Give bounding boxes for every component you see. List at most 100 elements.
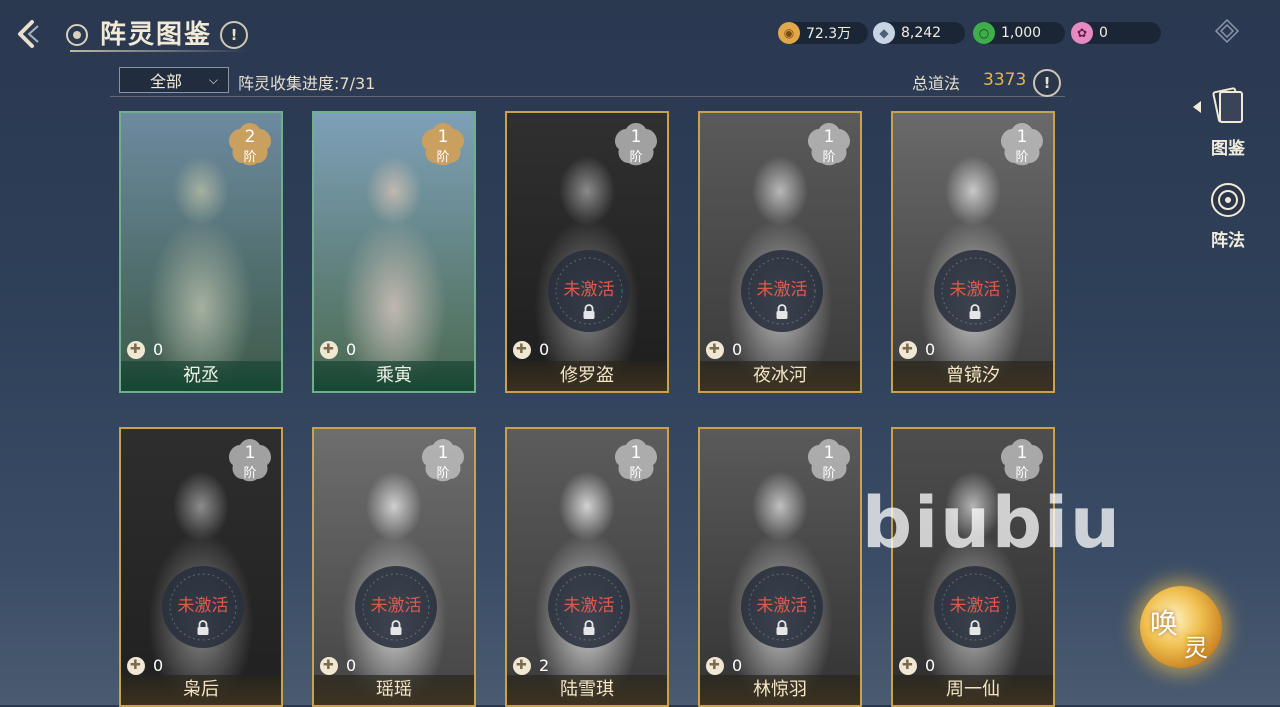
- category-selected: 全部: [150, 72, 183, 91]
- locked-overlay: 未激活: [162, 566, 244, 648]
- character-card[interactable]: 1 阶 未激活 0 夜冰河: [698, 111, 862, 393]
- rank-number: 1: [1016, 443, 1028, 463]
- lock-icon: [969, 620, 981, 635]
- character-card[interactable]: 1 阶 未激活 2 陆雪琪: [505, 427, 669, 707]
- character-name: 枭后: [121, 675, 281, 705]
- category-dropdown[interactable]: 全部 ⌵: [119, 67, 229, 93]
- resource-silver[interactable]: ◆ 8,242: [873, 22, 965, 44]
- back-arrow-icon: [18, 20, 39, 48]
- fragment-icon: [513, 340, 531, 359]
- fragment-value: 0: [732, 656, 743, 675]
- character-card[interactable]: 1 阶 未激活 0 修罗盗: [505, 111, 669, 393]
- fragment-count: 0: [899, 656, 935, 675]
- rank-badge: 1 阶: [420, 121, 466, 167]
- fragment-count: 0: [706, 340, 742, 359]
- character-name: 祝丞: [121, 361, 281, 391]
- locked-overlay: 未激活: [741, 566, 823, 648]
- total-dao-label: 总道法: [912, 74, 961, 93]
- lock-icon: [583, 304, 595, 319]
- lock-icon: [969, 304, 981, 319]
- resource-jade[interactable]: ○ 1,000: [973, 22, 1065, 44]
- character-card[interactable]: 1 阶 未激活 0 瑶瑶: [312, 427, 476, 707]
- progress-value: 7/31: [339, 74, 376, 93]
- locked-overlay: 未激活: [934, 566, 1016, 648]
- character-name: 瑶瑶: [314, 675, 474, 705]
- fragment-value: 0: [346, 656, 357, 675]
- locked-overlay: 未激活: [548, 250, 630, 332]
- rank-badge: 1 阶: [613, 121, 659, 167]
- title-underline: [70, 50, 250, 52]
- lock-icon: [776, 304, 788, 319]
- locked-label: 未激活: [756, 596, 808, 616]
- summon-button[interactable]: 唤 灵: [1140, 586, 1222, 668]
- silver-ingot-icon: ◆: [873, 22, 895, 44]
- character-card[interactable]: 1 阶 未激活 0 枭后: [119, 427, 283, 707]
- lock-icon: [583, 620, 595, 635]
- lock-icon: [776, 620, 788, 635]
- rank-number: 1: [437, 443, 449, 463]
- fragment-icon: [320, 340, 338, 359]
- resource-jade-value: 1,000: [1001, 25, 1042, 41]
- rank-unit: 阶: [822, 466, 836, 481]
- rank-number: 1: [1016, 127, 1028, 147]
- locked-overlay: 未激活: [741, 250, 823, 332]
- fragment-value: 0: [539, 340, 550, 359]
- fragment-value: 0: [925, 656, 936, 675]
- character-card[interactable]: 2 阶 0 祝丞: [119, 111, 283, 393]
- total-dao-value: 3373: [983, 70, 1027, 90]
- nav-item-formation[interactable]: 阵法: [1198, 180, 1258, 251]
- fragment-icon: [899, 340, 917, 359]
- nav-label-formation: 阵法: [1211, 231, 1245, 251]
- summon-char-1: 唤: [1150, 607, 1179, 640]
- character-name: 林惊羽: [700, 675, 860, 705]
- fragment-icon: [706, 656, 724, 675]
- locked-label: 未激活: [949, 280, 1001, 300]
- character-card[interactable]: 1 阶 未激活 0 周一仙: [891, 427, 1055, 707]
- divider: [110, 96, 1065, 97]
- nav-label-codex: 图鉴: [1211, 139, 1245, 159]
- fragment-icon: [899, 656, 917, 675]
- resource-gem[interactable]: ✿ 0: [1071, 22, 1161, 44]
- fragment-icon: [127, 656, 145, 675]
- rank-badge: 2 阶: [227, 121, 273, 167]
- total-help-button[interactable]: !: [1033, 69, 1061, 97]
- character-name: 修罗盗: [507, 361, 667, 391]
- help-button[interactable]: !: [220, 21, 248, 49]
- fragment-value: 0: [732, 340, 743, 359]
- chevron-down-icon: ⌵: [208, 72, 218, 87]
- resource-gold-value: 72.3万: [806, 26, 852, 42]
- resource-silver-value: 8,242: [901, 25, 942, 41]
- locked-label: 未激活: [563, 280, 615, 300]
- character-name: 陆雪琪: [507, 675, 667, 705]
- formation-icon: [1211, 183, 1245, 217]
- rank-badge: 1 阶: [420, 437, 466, 483]
- fragment-count: 0: [320, 340, 356, 359]
- rank-unit: 阶: [629, 466, 643, 481]
- fragment-icon: [320, 656, 338, 675]
- fragment-value: 0: [153, 340, 164, 359]
- back-button[interactable]: [12, 16, 44, 52]
- rank-unit: 阶: [822, 150, 836, 165]
- character-card[interactable]: 1 阶 0 乘寅: [312, 111, 476, 393]
- rank-badge: 1 阶: [806, 121, 852, 167]
- fragment-value: 2: [539, 656, 550, 675]
- resource-gold[interactable]: ◉ 72.3万: [778, 22, 868, 44]
- character-card[interactable]: 1 阶 未激活 0 曾镜汐: [891, 111, 1055, 393]
- cloud-ornament-icon: [62, 20, 92, 50]
- character-name: 夜冰河: [700, 361, 860, 391]
- fragment-count: 0: [899, 340, 935, 359]
- fragment-count: 0: [127, 340, 163, 359]
- locked-overlay: 未激活: [548, 566, 630, 648]
- fragment-count: 0: [513, 340, 549, 359]
- gold-coin-icon: ◉: [778, 22, 800, 44]
- fragment-count: 2: [513, 656, 549, 675]
- locked-label: 未激活: [563, 596, 615, 616]
- rank-unit: 阶: [243, 150, 257, 165]
- rank-number: 1: [244, 443, 256, 463]
- lock-icon: [197, 620, 209, 635]
- rank-unit: 阶: [1015, 150, 1029, 165]
- rank-number: 1: [630, 443, 642, 463]
- character-card[interactable]: 1 阶 未激活 0 林惊羽: [698, 427, 862, 707]
- summon-char-2: 灵: [1184, 634, 1208, 662]
- nav-item-codex[interactable]: 图鉴: [1198, 84, 1258, 159]
